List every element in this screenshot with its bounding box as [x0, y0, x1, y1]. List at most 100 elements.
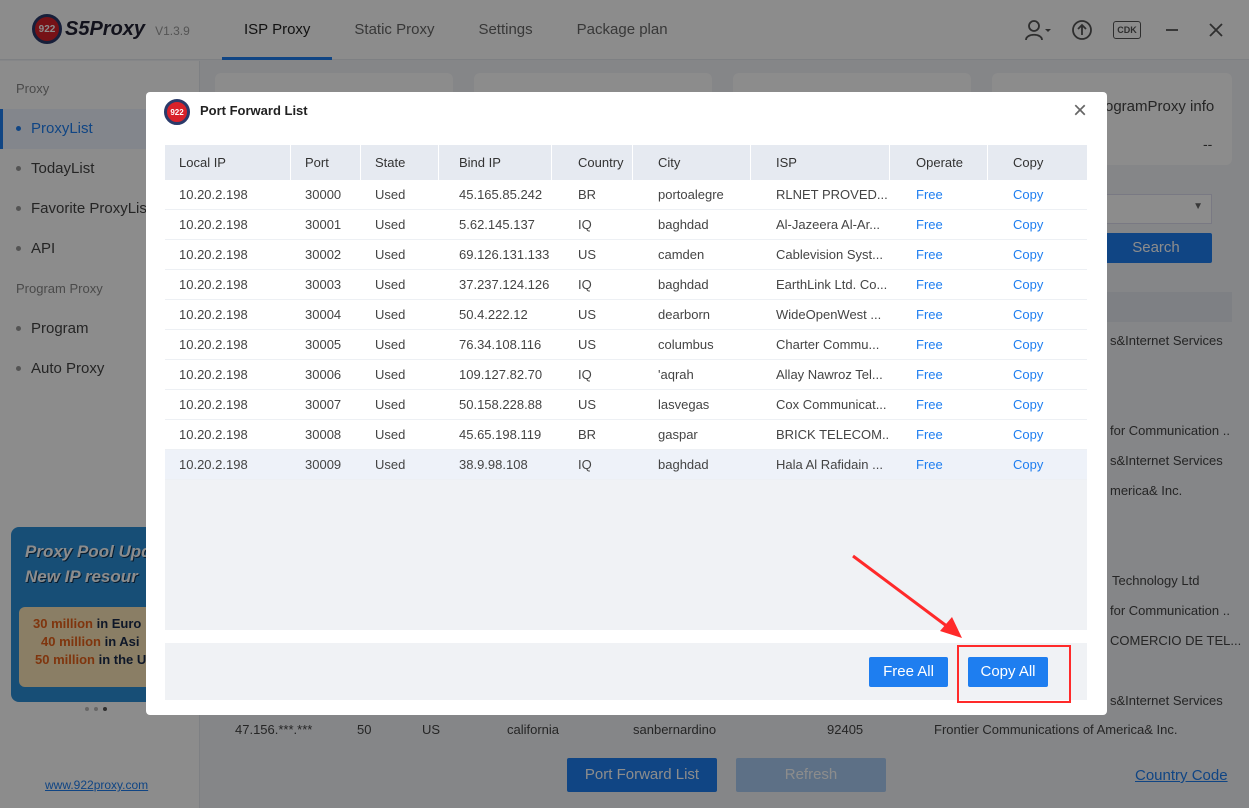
cell-port: 30005 [305, 337, 342, 352]
cell-country: US [578, 247, 597, 262]
table-row[interactable]: 10.20.2.198 30002 Used 69.126.131.133 US camd… [165, 240, 1087, 270]
cell-port: 30006 [305, 367, 342, 382]
col-isp: ISP [762, 145, 890, 180]
cell-city: dearborn [658, 307, 711, 322]
table-row[interactable]: 10.20.2.198 30005 Used 76.34.108.116 US colum… [165, 330, 1087, 360]
cell-city: baghdad [658, 457, 709, 472]
table-row[interactable]: 10.20.2.198 30004 Used 50.4.222.12 US dearbor… [165, 300, 1087, 330]
cell-bind-ip: 50.4.222.12 [459, 307, 528, 322]
copy-link[interactable]: Copy [999, 360, 1087, 390]
highlight-box [957, 645, 1071, 703]
cell-bind-ip: 45.165.85.242 [459, 187, 543, 202]
cell-bind-ip: 69.126.131.133 [459, 247, 550, 262]
cell-isp: Charter Commu... [776, 337, 880, 352]
copy-link[interactable]: Copy [999, 390, 1087, 420]
cell-isp: Al-Jazeera Al-Ar... [776, 217, 881, 232]
cell-isp: Hala Al Rafidain ... [776, 457, 883, 472]
cell-state: Used [375, 367, 406, 382]
free-link[interactable]: Free [902, 450, 988, 480]
free-link[interactable]: Free [902, 300, 988, 330]
col-bind-ip: Bind IP [445, 145, 552, 180]
cell-state: Used [375, 337, 406, 352]
col-country: Country [564, 145, 633, 180]
free-link[interactable]: Free [902, 240, 988, 270]
copy-link[interactable]: Copy [999, 180, 1087, 210]
free-all-button[interactable]: Free All [869, 657, 948, 687]
close-icon[interactable]: × [1073, 98, 1087, 124]
table-row[interactable]: 10.20.2.198 30007 Used 50.158.228.88 US lasve… [165, 390, 1087, 420]
cell-country: BR [578, 187, 597, 202]
cell-local-ip: 10.20.2.198 [179, 307, 248, 322]
port-forward-modal: 922 Port Forward List × Local IP Port St… [146, 92, 1107, 715]
cell-local-ip: 10.20.2.198 [179, 397, 248, 412]
cell-bind-ip: 38.9.98.108 [459, 457, 528, 472]
cell-state: Used [375, 427, 406, 442]
col-copy: Copy [1013, 155, 1044, 170]
col-local-ip: Local IP [165, 145, 291, 180]
cell-local-ip: 10.20.2.198 [179, 457, 248, 472]
cell-country: IQ [578, 277, 592, 292]
cell-isp: Cablevision Syst... [776, 247, 883, 262]
cell-port: 30002 [305, 247, 342, 262]
table-row[interactable]: 10.20.2.198 30009 Used 38.9.98.108 IQ baghdad… [165, 450, 1087, 480]
cell-city: camden [658, 247, 705, 262]
table-row[interactable]: 10.20.2.198 30001 Used 5.62.145.137 IQ baghda… [165, 210, 1087, 240]
table-row[interactable]: 10.20.2.198 30008 Used 45.65.198.119 BR gaspa… [165, 420, 1087, 450]
copy-link[interactable]: Copy [999, 300, 1087, 330]
free-link[interactable]: Free [902, 210, 988, 240]
cell-local-ip: 10.20.2.198 [179, 277, 248, 292]
cell-state: Used [375, 457, 406, 472]
cell-bind-ip: 109.127.82.70 [459, 367, 543, 382]
cell-state: Used [375, 247, 406, 262]
cell-local-ip: 10.20.2.198 [179, 337, 248, 352]
copy-link[interactable]: Copy [999, 210, 1087, 240]
copy-link[interactable]: Copy [999, 330, 1087, 360]
cell-port: 30009 [305, 457, 342, 472]
cell-country: BR [578, 427, 597, 442]
table-row[interactable]: 10.20.2.198 30003 Used 37.237.124.126 IQ bagh… [165, 270, 1087, 300]
cell-city: gaspar [658, 427, 698, 442]
free-link[interactable]: Free [902, 180, 988, 210]
cell-port: 30000 [305, 187, 342, 202]
cell-local-ip: 10.20.2.198 [179, 367, 248, 382]
modal-footer: Free All Copy All [165, 643, 1087, 700]
cell-local-ip: 10.20.2.198 [179, 187, 248, 202]
cell-country: US [578, 307, 597, 322]
col-port: Port [291, 145, 361, 180]
cell-local-ip: 10.20.2.198 [179, 427, 248, 442]
free-link[interactable]: Free [902, 330, 988, 360]
cell-city: columbus [658, 337, 714, 352]
table-row[interactable]: 10.20.2.198 30006 Used 109.127.82.70 IQ 'aqra… [165, 360, 1087, 390]
cell-state: Used [375, 397, 406, 412]
cell-state: Used [375, 277, 406, 292]
copy-link[interactable]: Copy [999, 450, 1087, 480]
cell-port: 30004 [305, 307, 342, 322]
modal-header: 922 Port Forward List × [146, 92, 1107, 132]
copy-link[interactable]: Copy [999, 270, 1087, 300]
copy-link[interactable]: Copy [999, 240, 1087, 270]
cell-bind-ip: 45.65.198.119 [459, 427, 542, 442]
cell-country: IQ [578, 217, 592, 232]
cell-bind-ip: 37.237.124.126 [459, 277, 550, 292]
cell-country: US [578, 337, 597, 352]
col-state: State [361, 145, 439, 180]
cell-isp: EarthLink Ltd. Co... [776, 277, 888, 292]
cell-country: US [578, 397, 597, 412]
free-link[interactable]: Free [902, 360, 988, 390]
cell-port: 30003 [305, 277, 342, 292]
cell-port: 30001 [305, 217, 342, 232]
free-link[interactable]: Free [902, 390, 988, 420]
cell-city: baghdad [658, 217, 709, 232]
cell-local-ip: 10.20.2.198 [179, 247, 248, 262]
cell-bind-ip: 5.62.145.137 [459, 217, 535, 232]
modal-title: Port Forward List [200, 103, 308, 118]
table-row[interactable]: 10.20.2.198 30000 Used 45.165.85.242 BR porto… [165, 180, 1087, 210]
cell-isp: WideOpenWest ... [776, 307, 882, 322]
col-city: City [644, 145, 751, 180]
copy-link[interactable]: Copy [999, 420, 1087, 450]
cell-country: IQ [578, 367, 592, 382]
free-link[interactable]: Free [902, 270, 988, 300]
free-link[interactable]: Free [902, 420, 988, 450]
cell-city: 'aqrah [658, 367, 694, 382]
cell-local-ip: 10.20.2.198 [179, 217, 248, 232]
